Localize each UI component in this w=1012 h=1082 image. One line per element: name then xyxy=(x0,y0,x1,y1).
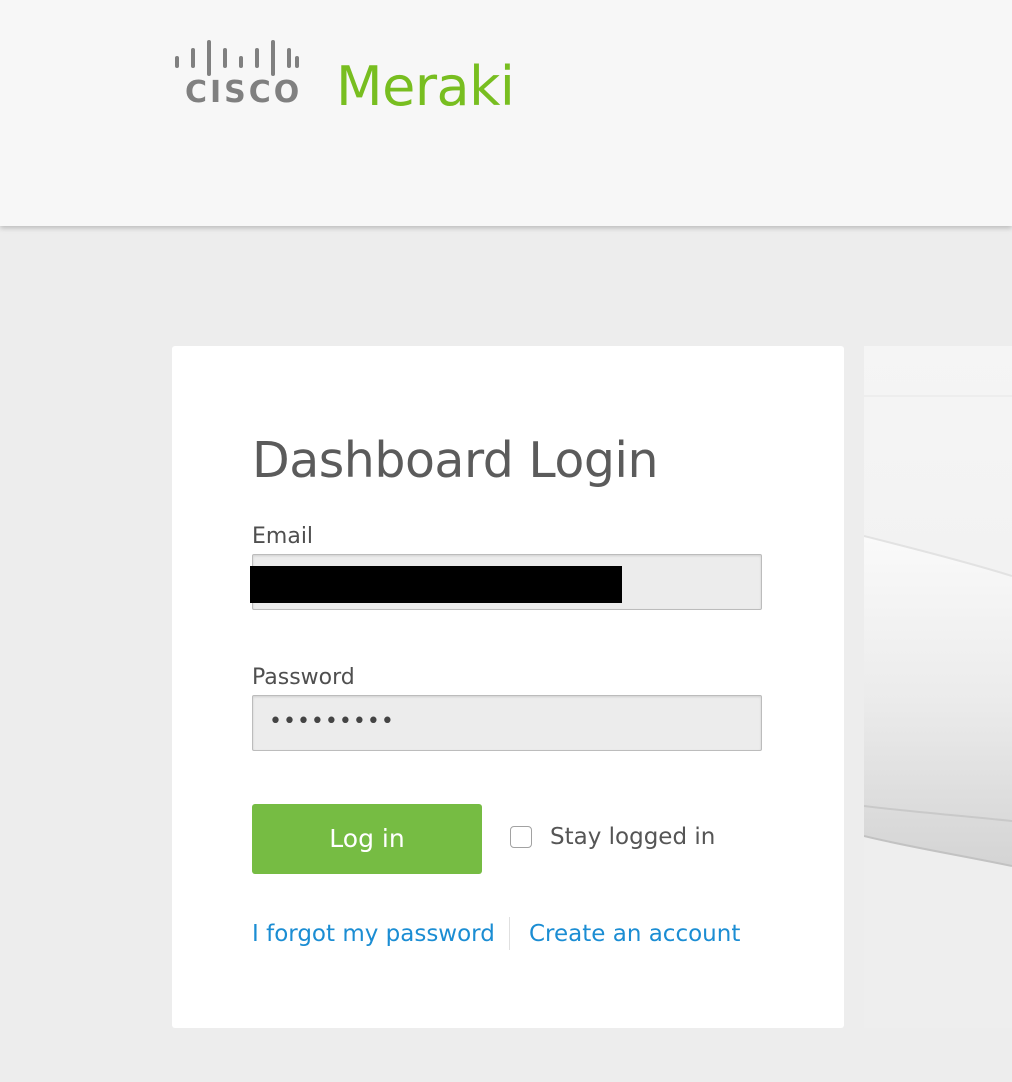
link-divider xyxy=(509,917,510,950)
page-title: Dashboard Login xyxy=(252,432,659,489)
stay-logged-in-checkbox[interactable] xyxy=(510,826,532,848)
site-header: CISCO Meraki xyxy=(0,0,1012,226)
password-label: Password xyxy=(252,665,355,690)
cisco-logo: CISCO xyxy=(172,38,302,110)
login-button[interactable]: Log in xyxy=(252,804,482,874)
password-value: ••••••••• xyxy=(269,709,395,734)
forgot-password-link[interactable]: I forgot my password xyxy=(252,919,495,949)
meraki-wordmark: Meraki xyxy=(336,55,515,118)
password-field[interactable]: ••••••••• xyxy=(252,695,762,751)
hero-device-image xyxy=(864,346,1012,1028)
stay-logged-in-label[interactable]: Stay logged in xyxy=(550,823,715,851)
email-label: Email xyxy=(252,524,314,549)
cisco-bars-icon xyxy=(175,40,299,76)
meraki-device-icon xyxy=(864,346,1012,1028)
login-card: Dashboard Login Email Password •••••••••… xyxy=(172,346,844,1028)
cisco-wordmark: CISCO xyxy=(185,75,303,110)
email-field[interactable] xyxy=(250,554,762,610)
create-account-link[interactable]: Create an account xyxy=(529,919,740,949)
email-redaction xyxy=(250,566,622,603)
